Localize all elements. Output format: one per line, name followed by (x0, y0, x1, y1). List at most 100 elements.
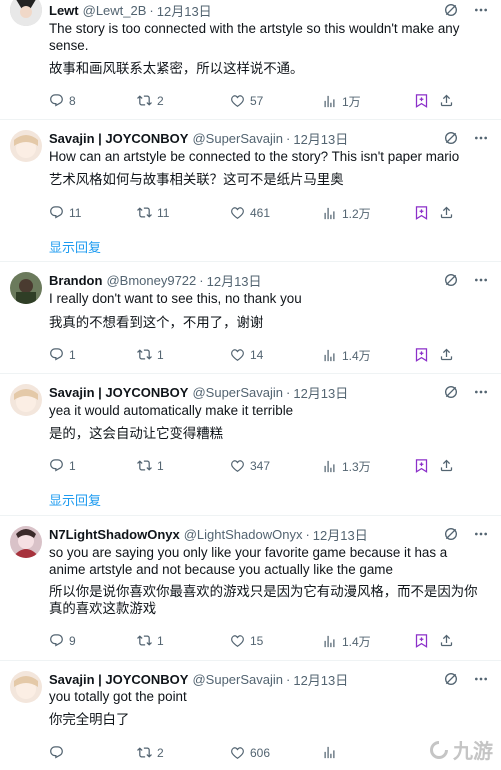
display-name[interactable]: Savajin | JOYCONBOY (49, 131, 188, 146)
user-handle[interactable]: @Bmoney9722 (106, 273, 196, 288)
tweet-1[interactable]: Savajin | JOYCONBOY @SuperSavajin · 12月1… (0, 120, 501, 262)
tweet-text-en: How can an artstyle be connected to the … (49, 149, 460, 164)
tweet-2[interactable]: Brandon @Bmoney9722 · 12月13日 I really do… (0, 262, 501, 374)
repost-button[interactable]: 1 (137, 633, 164, 648)
tweet-actions: 8 2 57 1万 (49, 93, 489, 111)
repost-button[interactable]: 2 (137, 745, 164, 760)
tweet-text-zh: 所以你是说你喜欢你最喜欢的游戏只是因为它有动漫风格，而不是因为你真的喜欢这款游戏 (49, 584, 478, 616)
views-icon (322, 206, 337, 221)
show-replies-link[interactable]: 显示回复 (49, 237, 101, 256)
grok-icon[interactable] (443, 272, 459, 288)
repost-button[interactable]: 2 (137, 93, 164, 108)
avatar[interactable] (10, 526, 42, 558)
bookmark-icon (414, 633, 429, 648)
more-icon[interactable] (473, 671, 489, 687)
tweet-text-en: you totally got the point (49, 689, 187, 704)
grok-icon[interactable] (443, 671, 459, 687)
display-name[interactable]: N7LightShadowOnyx (49, 527, 180, 542)
like-button[interactable]: 606 (230, 745, 270, 760)
avatar[interactable] (10, 130, 42, 162)
repost-icon (137, 633, 152, 648)
more-icon[interactable] (473, 2, 489, 18)
grok-icon[interactable] (443, 2, 459, 18)
bookmark-icon (414, 347, 429, 362)
share-button[interactable] (439, 347, 454, 362)
timestamp[interactable]: 12月13日 (293, 129, 348, 148)
user-handle[interactable]: @SuperSavajin (192, 385, 283, 400)
like-button[interactable]: 15 (230, 633, 263, 648)
avatar[interactable] (10, 671, 42, 703)
avatar[interactable] (10, 0, 42, 26)
avatar[interactable] (10, 384, 42, 416)
share-button[interactable] (439, 458, 454, 473)
repost-icon (137, 93, 152, 108)
more-icon[interactable] (473, 272, 489, 288)
display-name[interactable]: Brandon (49, 273, 102, 288)
more-icon[interactable] (473, 384, 489, 400)
views-icon (322, 348, 337, 363)
reply-button[interactable]: 1 (49, 458, 76, 473)
timestamp[interactable]: 12月13日 (313, 525, 368, 544)
timestamp[interactable]: 12月13日 (293, 670, 348, 689)
user-handle[interactable]: @LightShadowOnyx (184, 527, 303, 542)
bookmark-button[interactable] (414, 205, 429, 220)
display-name[interactable]: Savajin | JOYCONBOY (49, 385, 188, 400)
user-handle[interactable]: @SuperSavajin (192, 131, 283, 146)
timestamp[interactable]: 12月13日 (157, 1, 212, 20)
more-icon[interactable] (473, 130, 489, 146)
swirl-logo-icon (430, 740, 448, 759)
display-name[interactable]: Lewt (49, 3, 79, 18)
repost-button[interactable]: 1 (137, 458, 164, 473)
reply-button[interactable]: 1 (49, 347, 76, 362)
bookmark-button[interactable] (414, 458, 429, 473)
views-button[interactable]: 1万 (322, 93, 361, 110)
more-icon[interactable] (473, 526, 489, 542)
header-actions (443, 526, 489, 542)
bookmark-button[interactable] (414, 347, 429, 362)
show-replies-link[interactable]: 显示回复 (49, 490, 101, 509)
share-button[interactable] (439, 93, 454, 108)
share-button[interactable] (439, 205, 454, 220)
bookmark-button[interactable] (414, 633, 429, 648)
timestamp[interactable]: 12月13日 (293, 383, 348, 402)
like-button[interactable]: 57 (230, 93, 263, 108)
user-handle[interactable]: @Lewt_2B (83, 3, 147, 18)
like-button[interactable]: 14 (230, 347, 263, 362)
grok-icon[interactable] (443, 384, 459, 400)
repost-icon (137, 458, 152, 473)
share-button[interactable] (439, 633, 454, 648)
repost-button[interactable]: 11 (137, 205, 169, 220)
tweet-5[interactable]: Savajin | JOYCONBOY @SuperSavajin · 12月1… (0, 661, 501, 770)
heart-icon (230, 745, 245, 760)
reply-button[interactable] (49, 745, 69, 760)
views-button[interactable]: 1.4万 (322, 347, 371, 364)
display-name[interactable]: Savajin | JOYCONBOY (49, 672, 188, 687)
bookmark-button[interactable] (414, 93, 429, 108)
tweet-3[interactable]: Savajin | JOYCONBOY @SuperSavajin · 12月1… (0, 374, 501, 516)
reply-button[interactable]: 9 (49, 633, 76, 648)
avatar[interactable] (10, 272, 42, 304)
tweet-actions: 9 1 15 1.4万 (49, 633, 489, 651)
views-icon (322, 94, 337, 109)
user-handle[interactable]: @SuperSavajin (192, 672, 283, 687)
views-button[interactable] (322, 745, 342, 760)
like-button[interactable]: 347 (230, 458, 270, 473)
tweet-4[interactable]: N7LightShadowOnyx @LightShadowOnyx · 12月… (0, 516, 501, 661)
reply-button[interactable]: 11 (49, 205, 81, 220)
grok-icon[interactable] (443, 130, 459, 146)
tweet-text-zh: 你完全明白了 (49, 712, 130, 727)
views-icon (322, 459, 337, 474)
tweet-actions: 11 11 461 1.2万 (49, 205, 489, 223)
timestamp[interactable]: 12月13日 (207, 271, 262, 290)
repost-icon (137, 347, 152, 362)
views-button[interactable]: 1.3万 (322, 458, 371, 475)
tweet-0[interactable]: Lewt @Lewt_2B · 12月13日 The story is too … (0, 0, 501, 120)
tweet-text-zh: 艺术风格如何与故事相关联？这可不是纸片马里奥 (49, 172, 344, 187)
share-icon (439, 347, 454, 362)
reply-button[interactable]: 8 (49, 93, 76, 108)
views-button[interactable]: 1.4万 (322, 633, 371, 650)
grok-icon[interactable] (443, 526, 459, 542)
views-button[interactable]: 1.2万 (322, 205, 371, 222)
like-button[interactable]: 461 (230, 205, 270, 220)
repost-button[interactable]: 1 (137, 347, 164, 362)
